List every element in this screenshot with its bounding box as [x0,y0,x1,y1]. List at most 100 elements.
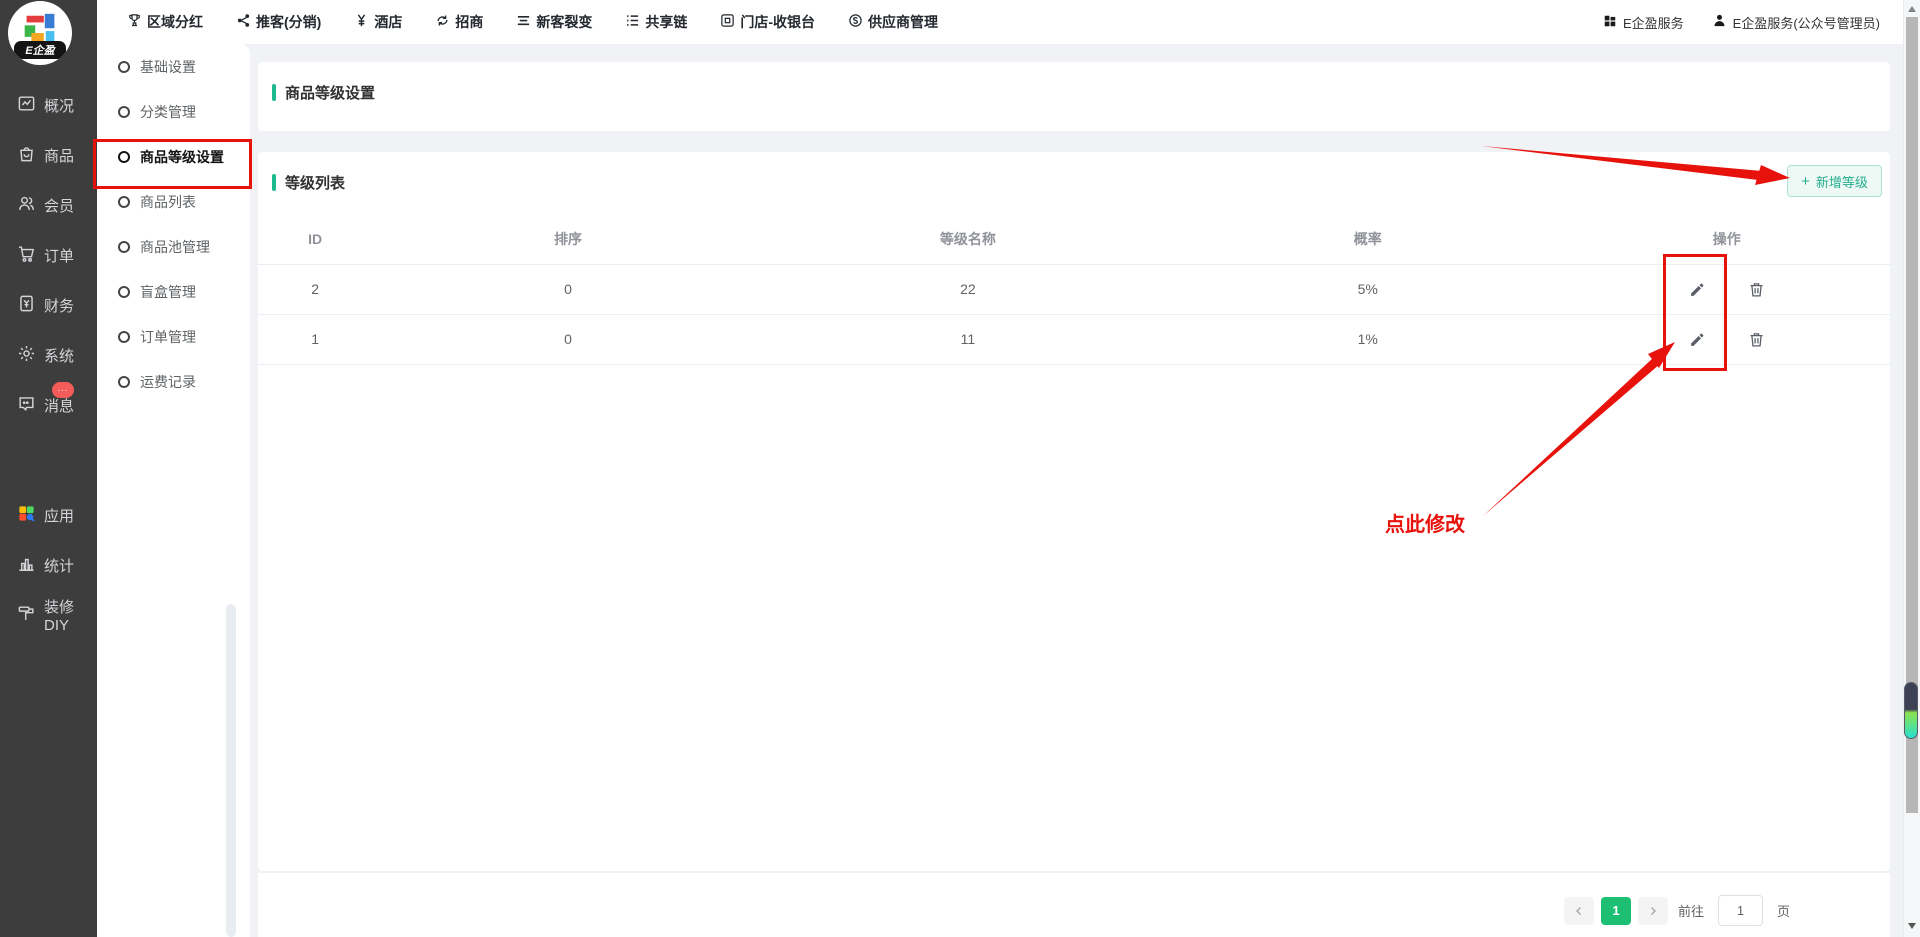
prev-page-button[interactable] [1564,897,1594,925]
level-table: ID 排序 等级名称 概率 操作 2 0 22 5% [258,215,1890,365]
app-logo[interactable]: E企盈 [8,1,72,65]
shopping-bag-icon [17,144,36,167]
top-nav-label: 供应商管理 [868,12,938,32]
account-label: E企盈服务(公众号管理员) [1733,13,1880,32]
page-title-card: 商品等级设置 [258,62,1890,131]
top-nav-label: 酒店 [374,12,402,32]
supplier-icon [848,13,863,31]
sidebar-item-label: 系统 [44,345,74,366]
sidebar-item-orders[interactable]: 订单 [0,230,97,280]
submenu-item-label: 商品池管理 [140,237,210,257]
circle-icon [118,331,130,343]
sidebar-menu: 概况 商品 会员 订单 财务 系统 [0,80,97,430]
sidebar-item-stats[interactable]: 统计 [0,540,97,590]
submenu-item-freight-records[interactable]: 运费记录 [97,359,250,404]
sidebar-item-apps[interactable]: 应用 [0,490,97,540]
submenu-scrollbar[interactable] [226,604,236,937]
sidebar-item-finance[interactable]: 财务 [0,280,97,330]
trash-icon [1748,331,1765,348]
table-row: 1 0 11 1% [258,314,1890,364]
column-header-sort: 排序 [372,215,764,264]
services-menu[interactable]: E企盈服务 [1603,13,1684,32]
account-menu[interactable]: E企盈服务(公众号管理员) [1712,13,1880,32]
top-nav-new-customer[interactable]: 新客裂变 [516,12,592,32]
submenu-item-blind-box[interactable]: 盲盒管理 [97,269,250,314]
submenu-item-label: 订单管理 [140,327,196,347]
top-nav-promoter[interactable]: 推客(分销) [236,12,321,32]
sidebar-item-system[interactable]: 系统 [0,330,97,380]
cell-level-name: 11 [764,314,1172,364]
trash-icon [1748,281,1765,298]
page-number-button[interactable]: 1 [1601,897,1631,925]
sidebar-item-label: 商品 [44,145,74,166]
sidebar-item-decorate-diy[interactable]: 装修DIY [0,590,97,640]
submenu-item-order-management[interactable]: 订单管理 [97,314,250,359]
sidebar-item-label: 应用 [44,505,74,526]
top-nav-supplier[interactable]: 供应商管理 [848,12,938,32]
top-nav-store-cashier[interactable]: 门店-收银台 [720,12,815,32]
grid-icon [1603,14,1617,31]
sidebar-tools: 应用 统计 装修DIY [0,490,97,640]
sidebar-item-messages[interactable]: 消息 ... [0,380,97,430]
sidebar-item-goods[interactable]: 商品 [0,130,97,180]
top-nav-label: 新客裂变 [536,12,592,32]
top-nav-region-dividend[interactable]: 区域分红 [127,12,203,32]
services-label: E企盈服务 [1623,13,1684,32]
sidebar-item-label: 概况 [44,95,74,116]
title-accent-bar [272,84,276,101]
finance-icon [17,294,36,317]
scroll-down-icon[interactable] [1908,923,1916,929]
cell-probability: 5% [1172,264,1564,314]
cart-icon [17,244,36,267]
top-nav: 区域分红 推客(分销) 酒店 招商 新客裂变 共享链 [127,12,938,32]
top-nav-label: 招商 [455,12,483,32]
share-icon [236,13,251,31]
sidebar-item-label: 统计 [44,555,74,576]
page-scrollbar[interactable] [1903,0,1920,937]
edit-button[interactable] [1687,279,1708,300]
submenu-item-label: 盲盒管理 [140,282,196,302]
user-icon [1712,13,1727,31]
submenu-item-goods-level-settings[interactable]: 商品等级设置 [97,134,250,179]
cell-sort: 0 [372,314,764,364]
submenu-item-goods-pool[interactable]: 商品池管理 [97,224,250,269]
page-unit-label: 页 [1777,901,1790,920]
pencil-icon [1689,331,1706,348]
sidebar-item-overview[interactable]: 概况 [0,80,97,130]
next-page-button[interactable] [1638,897,1668,925]
submenu-item-category-management[interactable]: 分类管理 [97,89,250,134]
edit-button[interactable] [1687,329,1708,350]
top-nav-label: 共享链 [645,12,687,32]
table-row: 2 0 22 5% [258,264,1890,314]
top-nav-hotel[interactable]: 酒店 [354,12,402,32]
delete-button[interactable] [1746,329,1767,350]
top-nav-share-chain[interactable]: 共享链 [625,12,687,32]
submenu-item-basic-settings[interactable]: 基础设置 [97,44,250,89]
circle-icon [118,376,130,388]
storefront-icon [720,13,735,31]
submenu-item-label: 商品等级设置 [140,147,224,167]
goto-page-input[interactable] [1718,895,1763,926]
sidebar-item-members[interactable]: 会员 [0,180,97,230]
apps-grid-icon [17,504,36,527]
submenu-item-goods-list[interactable]: 商品列表 [97,179,250,224]
page-title: 商品等级设置 [285,82,375,103]
top-nav-investment[interactable]: 招商 [435,12,483,32]
add-level-button[interactable]: + 新增等级 [1787,165,1882,197]
topbar: 区域分红 推客(分销) 酒店 招商 新客裂变 共享链 [97,0,1920,44]
app-root: 区域分红 推客(分销) 酒店 招商 新客裂变 共享链 [0,0,1920,937]
circle-icon [118,286,130,298]
scroll-indicator-widget [1904,682,1918,739]
circle-icon [118,106,130,118]
plus-icon: + [1801,174,1810,189]
submenu-item-label: 商品列表 [140,192,196,212]
scroll-up-icon[interactable] [1908,6,1916,12]
chat-icon [17,394,36,417]
cell-id: 1 [258,314,372,364]
delete-button[interactable] [1746,279,1767,300]
cell-probability: 1% [1172,314,1564,364]
submenu-item-label: 基础设置 [140,57,196,77]
pencil-icon [1689,281,1706,298]
topbar-right: E企盈服务 E企盈服务(公众号管理员) [1603,13,1880,32]
circle-icon [118,61,130,73]
